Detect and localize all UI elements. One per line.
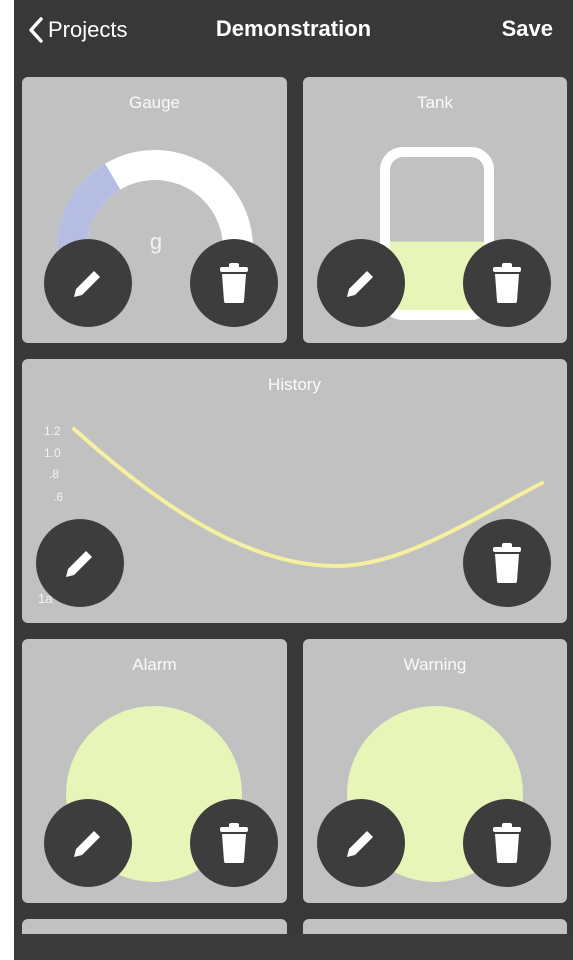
pencil-icon [74,831,100,857]
delete-warning-button[interactable] [463,799,551,887]
chevron-left-icon [29,17,43,43]
alarm-widget-card[interactable]: Alarm [22,639,287,903]
trash-icon [220,823,248,863]
trash-icon [493,823,521,863]
delete-alarm-button[interactable] [190,799,278,887]
back-button[interactable]: Projects [28,14,127,46]
delete-tank-button[interactable] [463,239,551,327]
tank-widget-card[interactable]: Tank [303,77,567,343]
trash-icon [493,543,521,583]
dashboard-screen: Projects Demonstration Save Gauge g Tank [14,0,573,960]
edit-gauge-button[interactable] [44,239,132,327]
gauge-center-text: g [150,229,162,254]
history-tick-label: 1.0 [44,446,61,460]
edit-warning-button[interactable] [317,799,405,887]
save-button[interactable]: Save [502,16,553,42]
delete-gauge-button[interactable] [190,239,278,327]
gauge-fill [57,163,121,249]
delete-history-button[interactable] [463,519,551,607]
pencil-icon [66,551,92,577]
edit-history-button[interactable] [36,519,124,607]
trash-icon [493,263,521,303]
pencil-icon [347,271,373,297]
navigation-bar: Projects Demonstration Save [14,0,573,58]
warning-widget-card[interactable]: Warning [303,639,567,903]
pencil-icon [347,831,373,857]
history-tick-label: .6 [53,490,63,504]
bottom-toolbar [14,934,573,960]
history-y-ticks: 1.2 1.0 .8 .6 [44,424,63,504]
edit-alarm-button[interactable] [44,799,132,887]
history-tick-label: 1.2 [44,424,61,438]
back-label: Projects [48,17,128,42]
trash-icon [220,263,248,303]
history-widget-card[interactable]: History 1.2 1.0 .8 .6 1a [22,359,567,623]
pencil-icon [74,271,100,297]
edit-tank-button[interactable] [317,239,405,327]
history-tick-label: .8 [49,467,59,481]
gauge-widget-card[interactable]: Gauge g [22,77,287,343]
